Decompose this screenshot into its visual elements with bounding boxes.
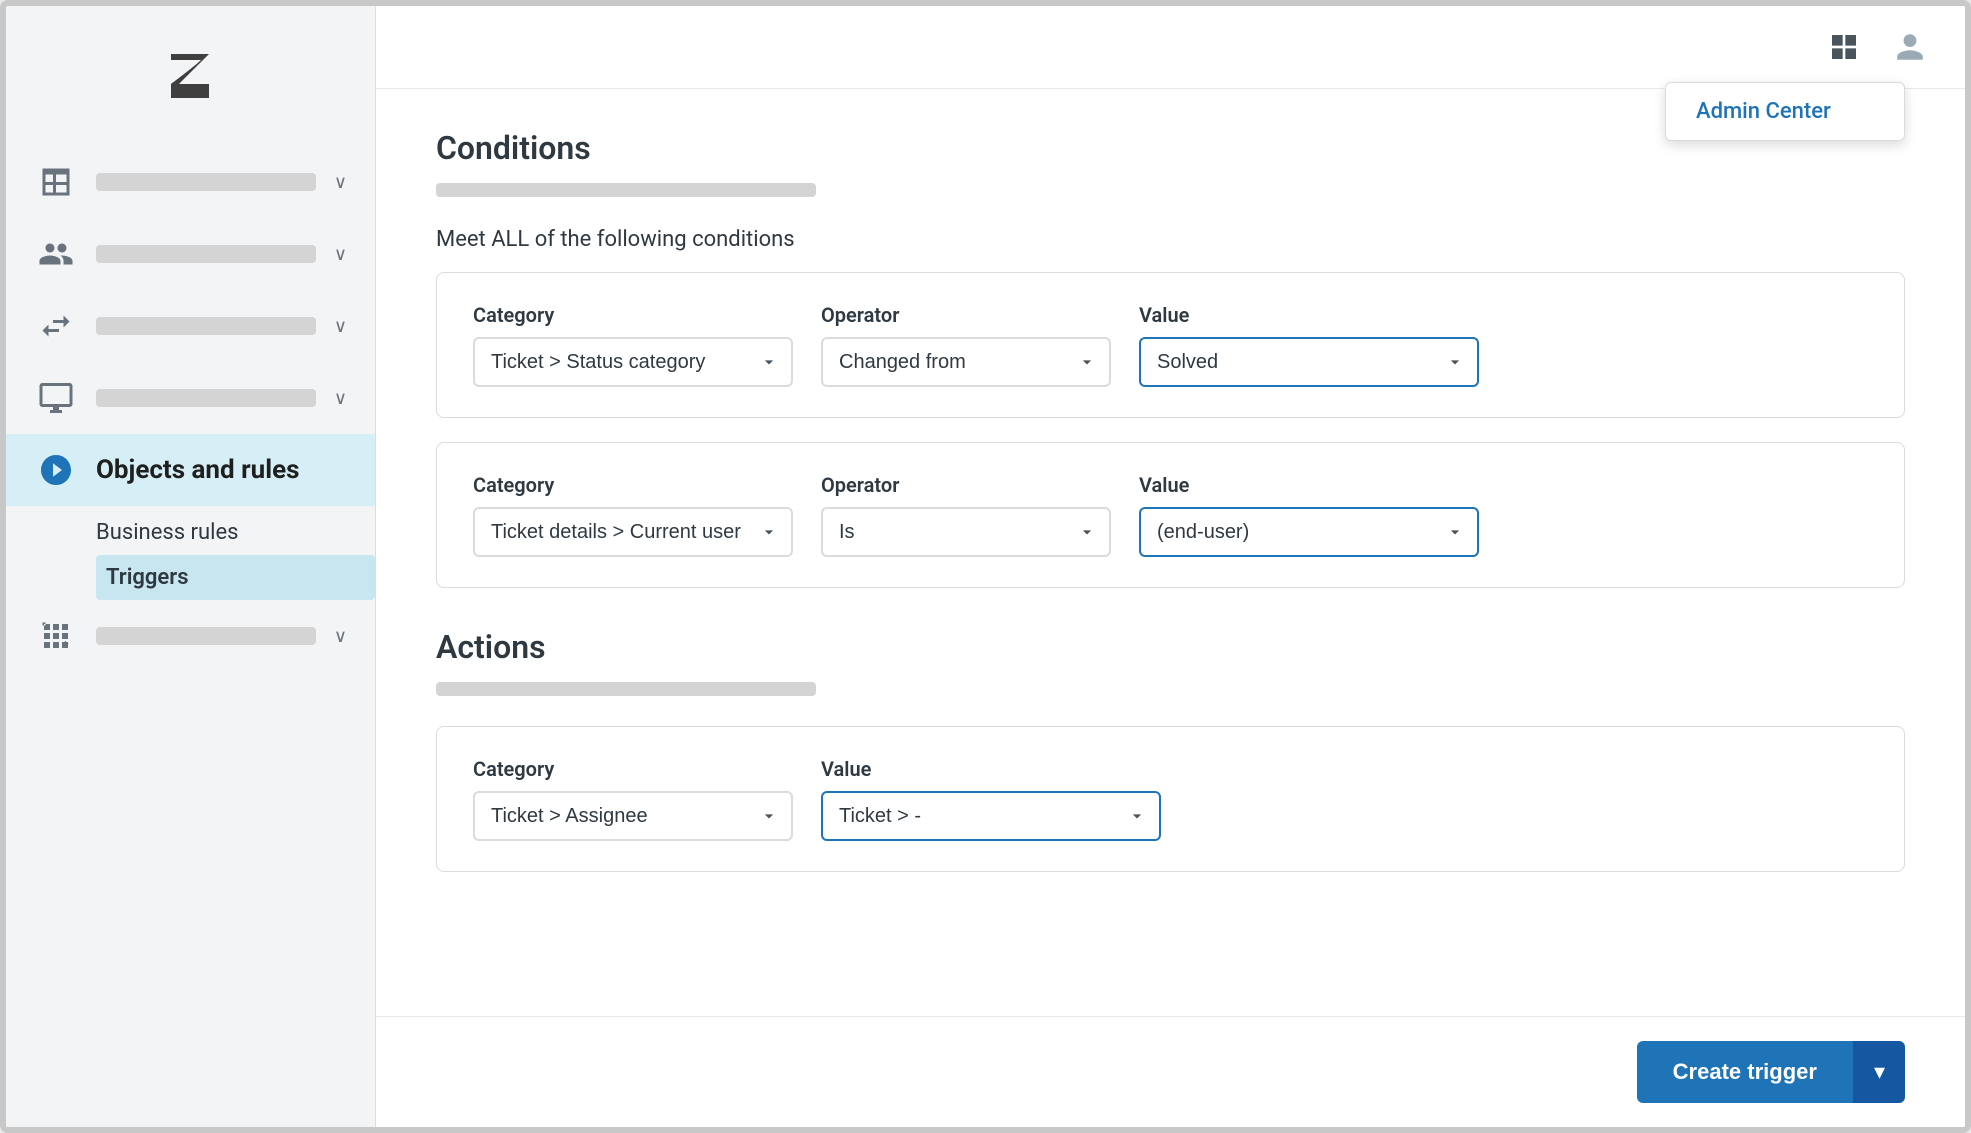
chevron-down-icon: ∨ — [334, 172, 347, 193]
operator-label-2: Operator — [821, 473, 1111, 497]
condition-value-field-1: Value Solved — [1139, 303, 1479, 387]
conditions-section: Conditions Meet ALL of the following con… — [436, 129, 1905, 588]
category-label-1: Category — [473, 303, 793, 327]
sidebar-item-building[interactable]: ∨ — [6, 146, 375, 218]
conditions-bar — [436, 183, 816, 197]
page-body: Conditions Meet ALL of the following con… — [376, 89, 1965, 1016]
routing-icon — [34, 304, 78, 348]
dropdown-arrow-icon: ▾ — [1874, 1059, 1885, 1084]
category-select-1[interactable]: Ticket > Status category — [473, 337, 793, 387]
sidebar-item-workspace[interactable]: ∨ — [6, 362, 375, 434]
nav-label-bar — [96, 627, 316, 645]
admin-center-dropdown: Admin Center — [1665, 82, 1905, 141]
sidebar-item-objects-rules[interactable]: Objects and rules — [6, 434, 375, 506]
action-category-label-1: Category — [473, 757, 793, 781]
category-select-2[interactable]: Ticket details > Current user — [473, 507, 793, 557]
value-select-2[interactable]: (end-user) — [1139, 507, 1479, 557]
objects-rules-icon — [34, 448, 78, 492]
condition-operator-field-1: Operator Changed from — [821, 303, 1111, 387]
condition-row-1: Category Ticket > Status category Operat… — [473, 303, 1868, 387]
action-value-field-1: Value Ticket > - — [821, 757, 1161, 841]
main-content: Admin Center Conditions Meet ALL of the … — [376, 6, 1965, 1127]
building-icon — [34, 160, 78, 204]
action-value-label-1: Value — [821, 757, 1161, 781]
actions-title: Actions — [436, 628, 1905, 666]
condition-category-field-1: Category Ticket > Status category — [473, 303, 793, 387]
sub-navigation: Business rules Triggers — [6, 510, 375, 600]
sidebar-navigation: ∨ ∨ ∨ — [6, 146, 375, 672]
action-category-field-1: Category Ticket > Assignee — [473, 757, 793, 841]
operator-select-2[interactable]: Is — [821, 507, 1111, 557]
nav-label-bar — [96, 173, 316, 191]
sidebar-logo — [6, 26, 375, 146]
app-frame: ∨ ∨ ∨ — [0, 0, 1971, 1133]
chevron-down-icon: ∨ — [334, 316, 347, 337]
sidebar-item-people[interactable]: ∨ — [6, 218, 375, 290]
create-trigger-button[interactable]: Create trigger — [1637, 1041, 1853, 1103]
people-icon — [34, 232, 78, 276]
chevron-down-icon: ∨ — [334, 388, 347, 409]
action-category-select-1[interactable]: Ticket > Assignee — [473, 791, 793, 841]
nav-label-bar — [96, 245, 316, 263]
create-trigger-dropdown-button[interactable]: ▾ — [1853, 1041, 1905, 1103]
action-card-1: Category Ticket > Assignee Value Ticket … — [436, 726, 1905, 872]
operator-select-1[interactable]: Changed from — [821, 337, 1111, 387]
operator-label-1: Operator — [821, 303, 1111, 327]
nav-label-bar — [96, 389, 316, 407]
sub-nav-item-business-rules[interactable]: Business rules — [96, 510, 375, 555]
category-label-2: Category — [473, 473, 793, 497]
condition-operator-field-2: Operator Is — [821, 473, 1111, 557]
condition-card-1: Category Ticket > Status category Operat… — [436, 272, 1905, 418]
workspace-icon — [34, 376, 78, 420]
page-footer: Create trigger ▾ — [376, 1016, 1965, 1127]
chevron-down-icon: ∨ — [334, 626, 347, 647]
conditions-description: Meet ALL of the following conditions — [436, 227, 1905, 252]
apps-icon: + — [34, 614, 78, 658]
actions-section: Actions Category Ticket > Assignee Value — [436, 628, 1905, 872]
sidebar-item-label-objects-rules: Objects and rules — [96, 455, 347, 485]
zendesk-logo — [151, 46, 231, 106]
condition-card-2: Category Ticket details > Current user O… — [436, 442, 1905, 588]
svg-text:+: + — [62, 637, 69, 651]
condition-value-field-2: Value (end-user) — [1139, 473, 1479, 557]
actions-bar — [436, 682, 816, 696]
admin-center-link[interactable]: Admin Center — [1696, 99, 1831, 124]
grid-apps-button[interactable] — [1819, 22, 1869, 72]
top-bar-icons — [1819, 22, 1935, 72]
value-label-2: Value — [1139, 473, 1479, 497]
value-select-1[interactable]: Solved — [1139, 337, 1479, 387]
sub-nav-item-triggers[interactable]: Triggers — [96, 555, 375, 600]
action-value-select-1[interactable]: Ticket > - — [821, 791, 1161, 841]
condition-row-2: Category Ticket details > Current user O… — [473, 473, 1868, 557]
sidebar: ∨ ∨ ∨ — [6, 6, 376, 1127]
value-label-1: Value — [1139, 303, 1479, 327]
top-bar: Admin Center — [376, 6, 1965, 89]
user-profile-button[interactable] — [1885, 22, 1935, 72]
sidebar-item-apps[interactable]: + ∨ — [6, 600, 375, 672]
sidebar-item-routing[interactable]: ∨ — [6, 290, 375, 362]
nav-label-bar — [96, 317, 316, 335]
action-row-1: Category Ticket > Assignee Value Ticket … — [473, 757, 1868, 841]
chevron-down-icon: ∨ — [334, 244, 347, 265]
condition-category-field-2: Category Ticket details > Current user — [473, 473, 793, 557]
